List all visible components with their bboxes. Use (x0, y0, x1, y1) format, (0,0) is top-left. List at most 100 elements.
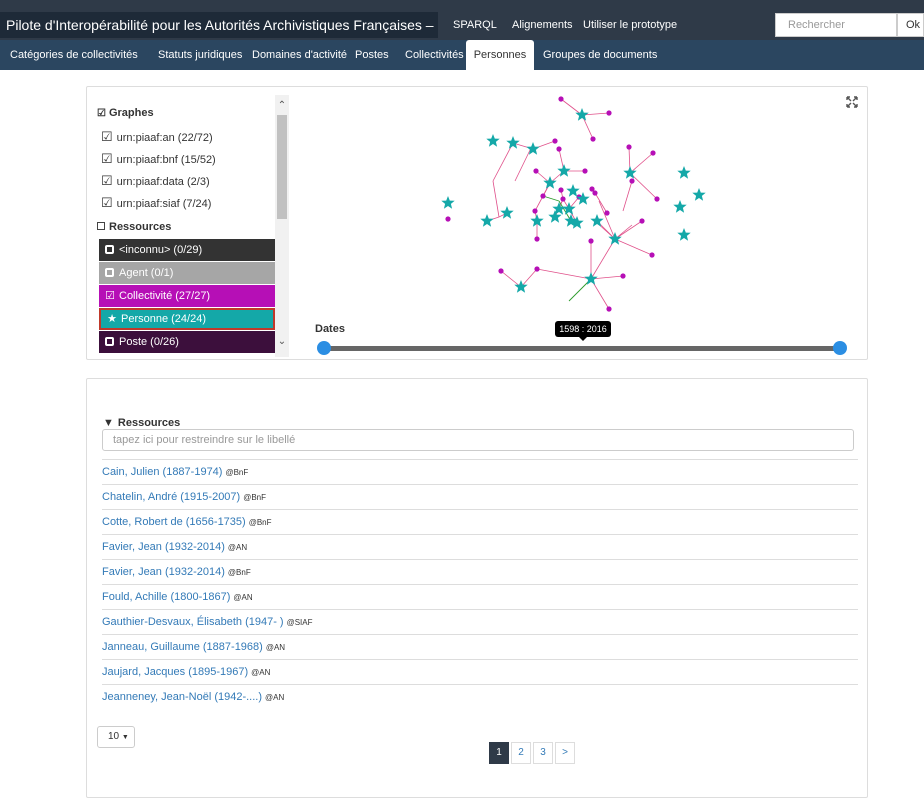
collectivite-node[interactable] (540, 193, 546, 199)
personne-node[interactable] (692, 188, 706, 201)
personne-node[interactable] (576, 192, 590, 205)
page-button-2[interactable]: 2 (511, 742, 531, 764)
resource-type-collectivite[interactable]: ☑ Collectivité (27/27) (99, 285, 275, 307)
personne-node[interactable] (575, 108, 589, 121)
resource-type-inconnu[interactable]: <inconnu> (0/29) (99, 239, 275, 261)
star-icon: ★ (107, 313, 117, 325)
personne-node[interactable] (500, 206, 514, 219)
personne-node[interactable] (486, 134, 500, 147)
collectivite-node[interactable] (629, 178, 635, 184)
collectivite-node[interactable] (639, 218, 645, 224)
collectivite-node[interactable] (626, 144, 632, 150)
date-range-slider[interactable] (323, 346, 841, 351)
tab-domaines[interactable]: Domaines d'activité (252, 40, 347, 70)
page-button-3[interactable]: 3 (533, 742, 553, 764)
page-size-select[interactable]: 10 ▼ (97, 726, 135, 748)
date-range-tooltip: 1598 : 2016 (555, 321, 611, 337)
resource-link[interactable]: Gauthier-Desvaux, Élisabeth (1947- ) (102, 616, 284, 628)
collectivite-node[interactable] (552, 138, 558, 144)
resource-type-personne[interactable]: ★ Personne (24/24) (99, 308, 275, 330)
app-title[interactable]: Pilote d'Interopérabilité pour les Autor… (0, 12, 438, 38)
graph-item-bnf[interactable]: ☑ urn:piaaf:bnf (15/52) (101, 151, 216, 167)
resource-link[interactable]: Favier, Jean (1932-2014) (102, 566, 225, 578)
collectivite-node[interactable] (558, 187, 564, 193)
personne-node[interactable] (677, 228, 691, 241)
collectivite-node[interactable] (606, 306, 612, 312)
graphs-header[interactable]: ☑ Graphes (97, 107, 154, 119)
collectivite-node[interactable] (556, 146, 562, 152)
tab-statuts[interactable]: Statuts juridiques (158, 40, 242, 70)
slider-handle-end[interactable] (833, 341, 847, 355)
tab-postes[interactable]: Postes (355, 40, 389, 70)
resource-link[interactable]: Cotte, Robert de (1656-1735) (102, 516, 246, 528)
resource-row: Cain, Julien (1887-1974) @BnF (102, 459, 858, 484)
personne-node[interactable] (506, 136, 520, 149)
resource-link[interactable]: Cain, Julien (1887-1974) (102, 466, 222, 478)
collectivite-node[interactable] (620, 273, 626, 279)
resource-link[interactable]: Jaujard, Jacques (1895-1967) (102, 666, 248, 678)
collectivite-node[interactable] (654, 196, 660, 202)
tab-groupes[interactable]: Groupes de documents (543, 40, 657, 70)
tab-categories[interactable]: Catégories de collectivités (10, 40, 138, 70)
collectivite-node[interactable] (606, 110, 612, 116)
page-next-button[interactable]: > (555, 742, 575, 764)
collectivite-node[interactable] (588, 238, 594, 244)
resource-link[interactable]: Jeanneney, Jean-Noël (1942-....) (102, 691, 262, 703)
filter-icon: ▼ (103, 417, 114, 429)
graph-item-data[interactable]: ☑ urn:piaaf:data (2/3) (101, 173, 210, 189)
collectivite-node[interactable] (650, 150, 656, 156)
personne-node[interactable] (590, 214, 604, 227)
checked-icon: ☑ (105, 290, 115, 302)
collectivite-node[interactable] (590, 136, 596, 142)
collectivite-node[interactable] (534, 236, 540, 242)
personne-node[interactable] (441, 196, 455, 209)
collectivite-node[interactable] (604, 210, 610, 216)
personne-node[interactable] (623, 166, 637, 179)
sidebar-scroll-thumb[interactable] (277, 115, 287, 219)
collectivite-node[interactable] (560, 196, 566, 202)
chevron-down-icon[interactable]: ⌄ (276, 335, 288, 349)
resource-type-poste[interactable]: Poste (0/26) (99, 331, 275, 353)
resource-type-agent[interactable]: Agent (0/1) (99, 262, 275, 284)
resource-link[interactable]: Fould, Achille (1800-1867) (102, 591, 230, 603)
collectivite-node[interactable] (589, 186, 595, 192)
search-ok-button[interactable]: Ok (897, 13, 924, 37)
graph-item-siaf[interactable]: ☑ urn:piaaf:siaf (7/24) (101, 195, 211, 211)
collectivite-node[interactable] (558, 96, 564, 102)
collectivite-node[interactable] (498, 268, 504, 274)
collectivite-node[interactable] (534, 266, 540, 272)
network-graph[interactable] (297, 91, 857, 323)
resources-header[interactable]: Ressources (97, 221, 171, 233)
personne-node[interactable] (480, 214, 494, 227)
resource-link[interactable]: Chatelin, André (1915-2007) (102, 491, 240, 503)
tab-personnes[interactable]: Personnes (466, 40, 534, 70)
resource-link[interactable]: Favier, Jean (1932-2014) (102, 541, 225, 553)
resource-label: Personne (24/24) (121, 313, 206, 325)
search-input[interactable]: Rechercher (775, 13, 897, 37)
personne-node[interactable] (673, 200, 687, 213)
chevron-up-icon[interactable]: ⌃ (276, 99, 288, 113)
resource-link[interactable]: Janneau, Guillaume (1887-1968) (102, 641, 263, 653)
collectivite-node[interactable] (649, 252, 655, 258)
label-filter-input[interactable]: tapez ici pour restreindre sur le libell… (102, 429, 854, 451)
unchecked-icon (105, 245, 114, 254)
graph-item-an[interactable]: ☑ urn:piaaf:an (22/72) (101, 129, 213, 145)
nav-link-alignements[interactable]: Alignements (512, 12, 573, 38)
collectivite-node[interactable] (532, 208, 538, 214)
collectivite-node[interactable] (533, 168, 539, 174)
page-button-1[interactable]: 1 (489, 742, 509, 764)
checked-icon: ☑ (101, 129, 113, 144)
expand-icon[interactable] (845, 95, 859, 109)
personne-node[interactable] (543, 176, 557, 189)
tab-collectivites[interactable]: Collectivités (405, 40, 464, 70)
checked-icon: ☑ (101, 195, 113, 210)
collectivite-node[interactable] (445, 216, 451, 222)
nav-link-prototype[interactable]: Utiliser le prototype (583, 12, 677, 38)
personne-node[interactable] (584, 272, 598, 285)
slider-handle-start[interactable] (317, 341, 331, 355)
checked-icon: ☑ (101, 173, 113, 188)
source-badge: @SIAF (286, 618, 313, 627)
collectivite-node[interactable] (582, 168, 588, 174)
nav-link-sparql[interactable]: SPARQL (453, 12, 497, 38)
personne-node[interactable] (677, 166, 691, 179)
